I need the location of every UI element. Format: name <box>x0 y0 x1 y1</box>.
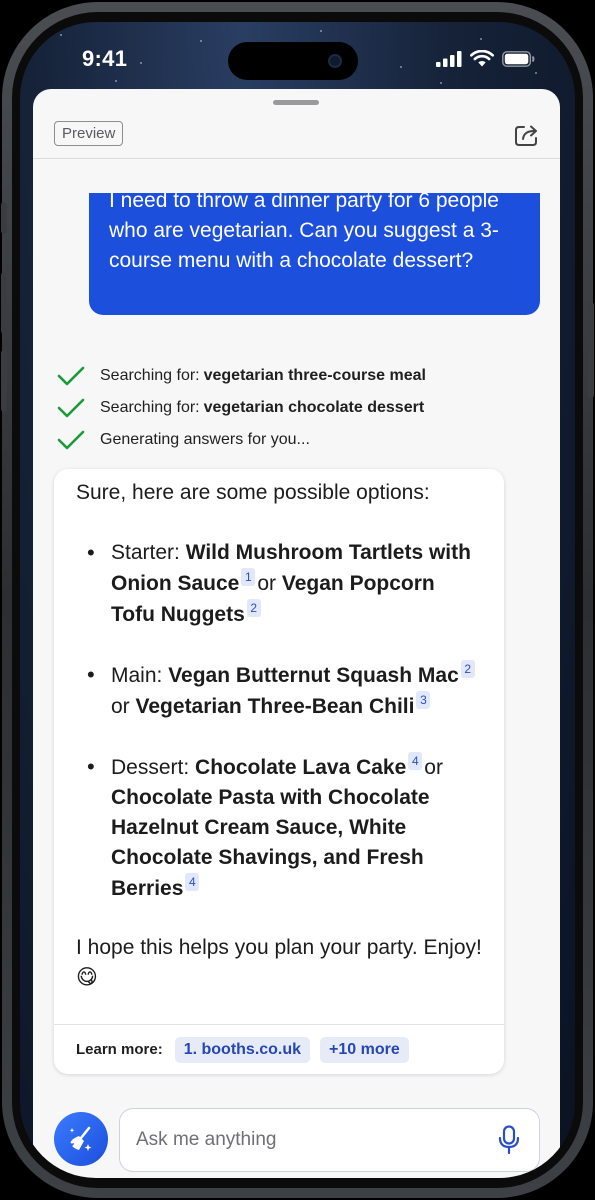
learn-more-bar: Learn more: 1. booths.co.uk +10 more <box>54 1024 504 1074</box>
dish-option: Vegetarian Three-Bean Chili <box>135 695 415 718</box>
volume-down-button <box>1 350 7 412</box>
chat-header: Preview <box>33 111 560 159</box>
signal-icon <box>436 50 462 67</box>
check-icon <box>57 366 85 386</box>
menu-item-starter: Starter: Wild Mushroom Tartlets with Oni… <box>76 538 484 630</box>
menu-list: Starter: Wild Mushroom Tartlets with Oni… <box>76 538 484 904</box>
answer-body: Sure, here are some possible options: St… <box>76 478 484 993</box>
check-icon <box>57 398 85 418</box>
menu-item-dessert: Dessert: Chocolate Lava Cake4or Chocolat… <box>76 752 484 904</box>
mic-icon[interactable] <box>497 1125 521 1155</box>
user-message-bubble: I need to throw a dinner party for 6 peo… <box>89 193 540 315</box>
or-text: or <box>424 756 443 779</box>
citation-link[interactable]: 4 <box>408 752 423 770</box>
or-text: or <box>257 572 277 595</box>
citation-link[interactable]: 2 <box>460 660 475 678</box>
screen: 9:41 Preview I need to throw a dinner pa… <box>20 22 575 1178</box>
check-icon <box>57 430 85 450</box>
generating-step: Generating answers for you... <box>57 427 310 453</box>
volume-up-button <box>1 272 7 334</box>
citation-link[interactable]: 1 <box>241 568 256 586</box>
dish-option: Chocolate Lava Cake <box>195 756 407 779</box>
chat-sheet: Preview I need to throw a dinner party f… <box>33 89 560 1178</box>
more-sources-link[interactable]: +10 more <box>320 1036 409 1063</box>
status-icons <box>436 50 535 67</box>
course-label: Dessert: <box>111 756 190 779</box>
preview-badge: Preview <box>54 121 124 146</box>
broom-icon <box>69 1126 92 1151</box>
answer-card: Sure, here are some possible options: St… <box>54 469 504 1074</box>
or-text: or <box>111 695 130 718</box>
search-step: Searching for: vegetarian three-course m… <box>57 363 426 389</box>
menu-item-main: Main: Vegan Butternut Squash Mac2 or Vege… <box>76 660 484 722</box>
ask-input-box[interactable] <box>119 1108 540 1172</box>
new-topic-button[interactable] <box>54 1112 108 1166</box>
search-step: Searching for: vegetarian chocolate dess… <box>57 395 424 421</box>
answer-closing: I hope this helps you plan your party. E… <box>76 936 482 989</box>
camera-icon <box>328 54 342 68</box>
dish-option: Chocolate Pasta with Chocolate Hazelnut … <box>111 786 430 900</box>
dish-option: Vegan Butternut Squash Mac <box>168 664 459 687</box>
sheet-grabber[interactable] <box>273 100 319 105</box>
wifi-icon <box>470 50 494 67</box>
step-prefix: Generating answers for you... <box>100 431 310 448</box>
citation-link[interactable]: 4 <box>185 873 200 891</box>
battery-icon <box>502 50 535 67</box>
side-button <box>1 202 7 234</box>
step-prefix: Searching for: <box>100 399 200 416</box>
answer-intro: Sure, here are some possible options: <box>76 481 430 504</box>
course-label: Main: <box>111 664 163 687</box>
source-link[interactable]: 1. booths.co.uk <box>174 1036 311 1063</box>
step-query: vegetarian chocolate dessert <box>203 399 425 416</box>
share-icon[interactable] <box>512 119 542 149</box>
ask-input[interactable] <box>136 1109 476 1170</box>
power-button <box>588 302 594 398</box>
status-time: 9:41 <box>82 46 128 71</box>
user-message-text: I need to throw a dinner party for 6 peo… <box>109 193 499 272</box>
dynamic-island <box>228 42 358 80</box>
step-query: vegetarian three-course meal <box>203 367 426 384</box>
learn-more-label: Learn more: <box>76 1041 163 1058</box>
citation-link[interactable]: 2 <box>246 599 261 617</box>
citation-link[interactable]: 3 <box>416 691 431 709</box>
step-prefix: Searching for: <box>100 367 200 384</box>
course-label: Starter: <box>111 541 180 564</box>
